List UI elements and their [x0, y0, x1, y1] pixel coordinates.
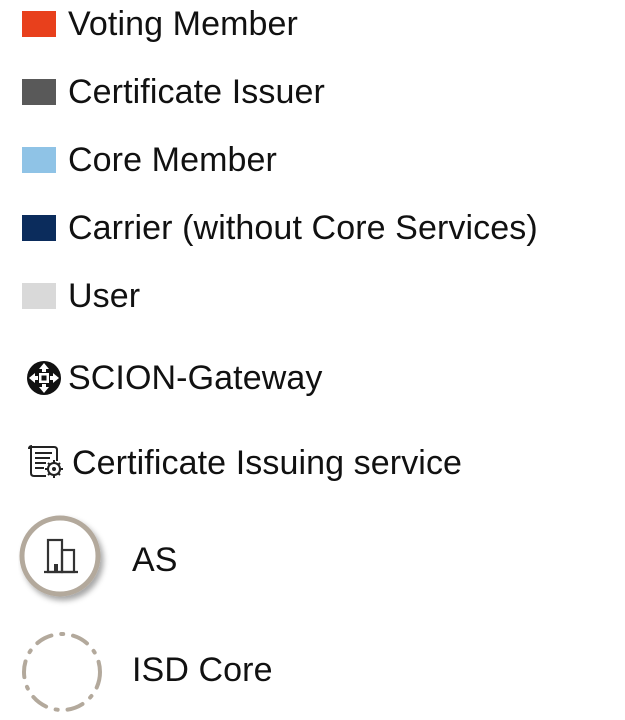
legend-label: Carrier (without Core Services) [68, 209, 538, 247]
legend-label: Certificate Issuer [68, 73, 325, 111]
dashed-circle-icon [18, 620, 110, 720]
legend-item-user: User [22, 276, 140, 316]
swatch-user [22, 283, 56, 309]
legend: Voting Member Certificate Issuer Core Me… [0, 0, 625, 716]
legend-item-scion-gateway: SCION-Gateway [24, 358, 322, 398]
legend-item-isd-core: ISD Core [18, 620, 273, 720]
legend-item-carrier: Carrier (without Core Services) [22, 208, 538, 248]
legend-label: ISD Core [132, 651, 273, 689]
swatch-carrier [22, 215, 56, 241]
swatch-voting-member [22, 11, 56, 37]
legend-label: Voting Member [68, 5, 298, 43]
swatch-core-member [22, 147, 56, 173]
legend-item-certificate-issuer: Certificate Issuer [22, 72, 325, 112]
as-building-icon [18, 510, 110, 610]
legend-item-as: AS [18, 510, 178, 610]
legend-item-voting-member: Voting Member [22, 4, 298, 44]
swatch-certificate-issuer [22, 79, 56, 105]
legend-label: Certificate Issuing service [72, 444, 463, 482]
gateway-icon [24, 359, 64, 397]
legend-item-certificate-issuing-service: Certificate Issuing service [24, 443, 462, 483]
legend-item-core-member: Core Member [22, 140, 277, 180]
certificate-icon [24, 444, 68, 482]
legend-label: User [68, 277, 141, 315]
legend-label: AS [132, 541, 178, 579]
legend-label: Core Member [68, 141, 277, 179]
legend-label: SCION-Gateway [68, 359, 323, 397]
